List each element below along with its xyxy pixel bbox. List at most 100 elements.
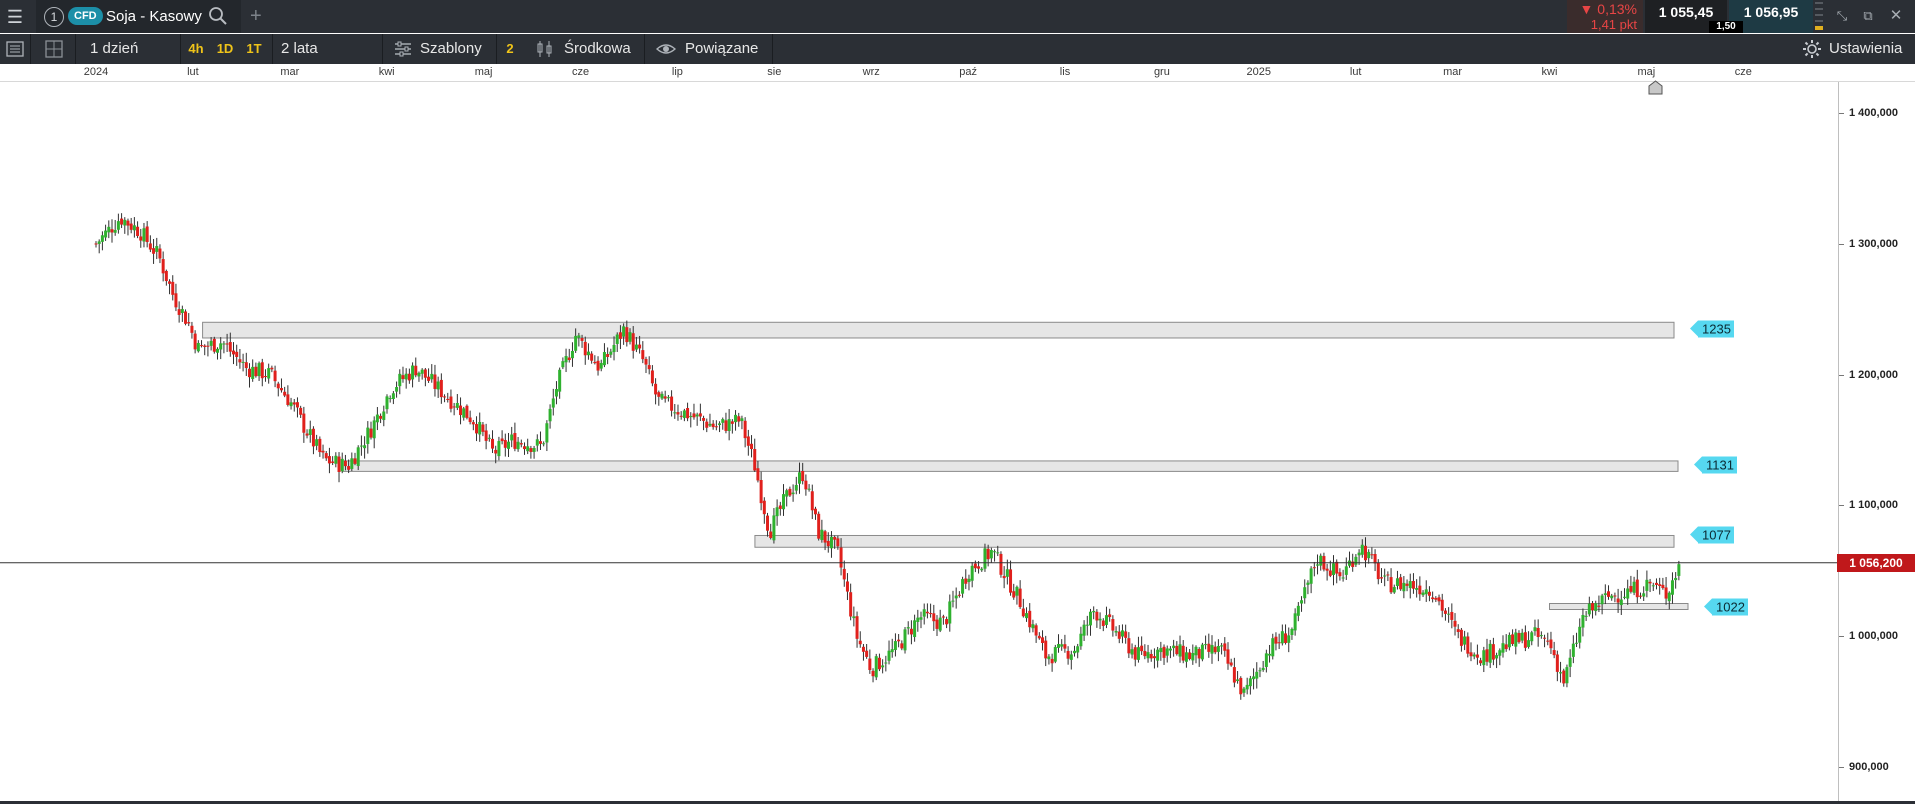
settings-button[interactable]: Ustawienia	[1829, 34, 1902, 64]
time-axis-label: 2024	[83, 66, 109, 78]
time-axis-label: cze	[571, 66, 590, 78]
popout-icon[interactable]: ⧉	[1860, 8, 1876, 24]
candle-body	[1229, 662, 1233, 666]
candle-body	[769, 531, 773, 538]
minimize-icon[interactable]: ⤡	[1834, 8, 1850, 24]
change-percent: ▼ 0,13%	[1579, 1, 1637, 17]
candle-body	[1197, 648, 1201, 659]
candle-body	[1674, 577, 1678, 581]
candle-body	[411, 365, 415, 380]
layout-icon[interactable]	[44, 39, 64, 59]
list-icon[interactable]	[5, 39, 25, 59]
candle-body	[1252, 676, 1256, 680]
candle-body	[1312, 567, 1316, 569]
price-change-box: ▼ 0,13% 1,41 pkt	[1567, 0, 1643, 33]
templates-icon[interactable]	[393, 39, 413, 59]
candle-body	[666, 397, 670, 399]
candle-body	[1258, 670, 1262, 672]
range-selector[interactable]: 2 lata	[281, 34, 318, 64]
candle-body	[887, 650, 891, 661]
candle-body	[919, 617, 923, 620]
candle-body	[570, 350, 574, 359]
candle-body	[379, 415, 383, 419]
eye-icon[interactable]	[656, 39, 676, 59]
search-icon[interactable]	[208, 6, 228, 26]
candle-body	[1303, 587, 1307, 599]
price-axis[interactable]: 1 400,000 1 300,000 1 200,000 1 100,000 1 00…	[1838, 82, 1915, 804]
timeframe-1t[interactable]: 1T	[243, 39, 265, 59]
related-button[interactable]: Powiązane	[685, 34, 758, 64]
candle-body	[180, 309, 184, 314]
price-axis-tick	[1839, 767, 1844, 768]
candle-body	[356, 447, 360, 466]
market-depth-icon	[1815, 2, 1823, 32]
candle-body	[737, 416, 741, 422]
level-tag[interactable]: 1235	[1690, 320, 1734, 338]
candle-body	[986, 548, 990, 560]
timeframe-4h[interactable]: 4h	[186, 39, 206, 59]
candle-body	[254, 366, 258, 377]
candle-body	[1002, 575, 1006, 579]
candle-body	[893, 641, 897, 651]
candle-body	[660, 393, 664, 399]
candle-body	[970, 565, 974, 581]
templates-count-badge[interactable]: 2	[500, 39, 520, 59]
price-mode-button[interactable]: Środkowa	[564, 34, 631, 64]
candle-body	[273, 370, 277, 382]
level-tag[interactable]: 1022	[1704, 598, 1748, 616]
time-marker-icon[interactable]	[1648, 80, 1663, 95]
candle-body	[602, 352, 606, 366]
add-tab-button[interactable]: +	[250, 4, 262, 28]
candle-body	[1274, 636, 1278, 644]
candle-body	[1421, 592, 1425, 596]
candle-body	[423, 369, 427, 378]
candle-body	[1104, 615, 1108, 625]
level-tag[interactable]: 1077	[1690, 526, 1734, 544]
hamburger-menu-icon[interactable]: ☰	[4, 6, 26, 28]
candle-body	[1264, 653, 1268, 667]
candle-body	[295, 402, 299, 408]
candle-body	[1559, 672, 1563, 674]
candle-body	[1210, 645, 1214, 654]
candle-body	[727, 419, 731, 431]
templates-button[interactable]: Szablony	[420, 34, 482, 64]
candle-body	[622, 326, 626, 337]
candle-body	[858, 640, 862, 645]
candle-body	[993, 551, 997, 553]
instrument-tab[interactable]: 1 CFD Soja - Kasowy	[36, 0, 241, 33]
candle-body	[1597, 605, 1601, 607]
candle-body	[890, 649, 894, 653]
candle-body	[1060, 644, 1064, 647]
time-axis-label: kwi	[378, 66, 395, 78]
time-axis-label: lis	[1059, 66, 1071, 78]
price-chart[interactable]	[0, 82, 1838, 804]
candle-body	[315, 439, 319, 446]
candle-body	[1405, 583, 1409, 586]
price-axis-label: 1 300,000	[1849, 237, 1898, 250]
candle-body	[1140, 645, 1144, 652]
candle-body	[618, 332, 622, 339]
gear-icon[interactable]	[1802, 39, 1822, 59]
candle-body	[1085, 624, 1089, 626]
candle-body	[283, 391, 287, 396]
interval-selector[interactable]: 1 dzień	[90, 34, 138, 64]
candle-body	[817, 513, 821, 539]
candle-body	[542, 443, 546, 445]
candle-body	[1453, 620, 1457, 627]
timeframe-1d[interactable]: 1D	[214, 39, 236, 59]
candle-body	[270, 367, 274, 370]
candle-body	[577, 335, 581, 338]
candle-body	[1427, 591, 1431, 596]
candle-body	[606, 354, 610, 357]
time-axis-label: maj	[474, 66, 493, 78]
candle-body	[158, 248, 162, 259]
candle-body	[104, 230, 108, 238]
close-icon[interactable]: ✕	[1888, 8, 1904, 24]
level-tag[interactable]: 1131	[1694, 456, 1737, 474]
candle-body	[1162, 646, 1166, 658]
candle-body	[1335, 561, 1339, 574]
candle-body	[1207, 643, 1211, 652]
candle-body	[247, 368, 251, 378]
candle-body	[1661, 584, 1665, 589]
candlestick-icon[interactable]	[535, 39, 555, 59]
